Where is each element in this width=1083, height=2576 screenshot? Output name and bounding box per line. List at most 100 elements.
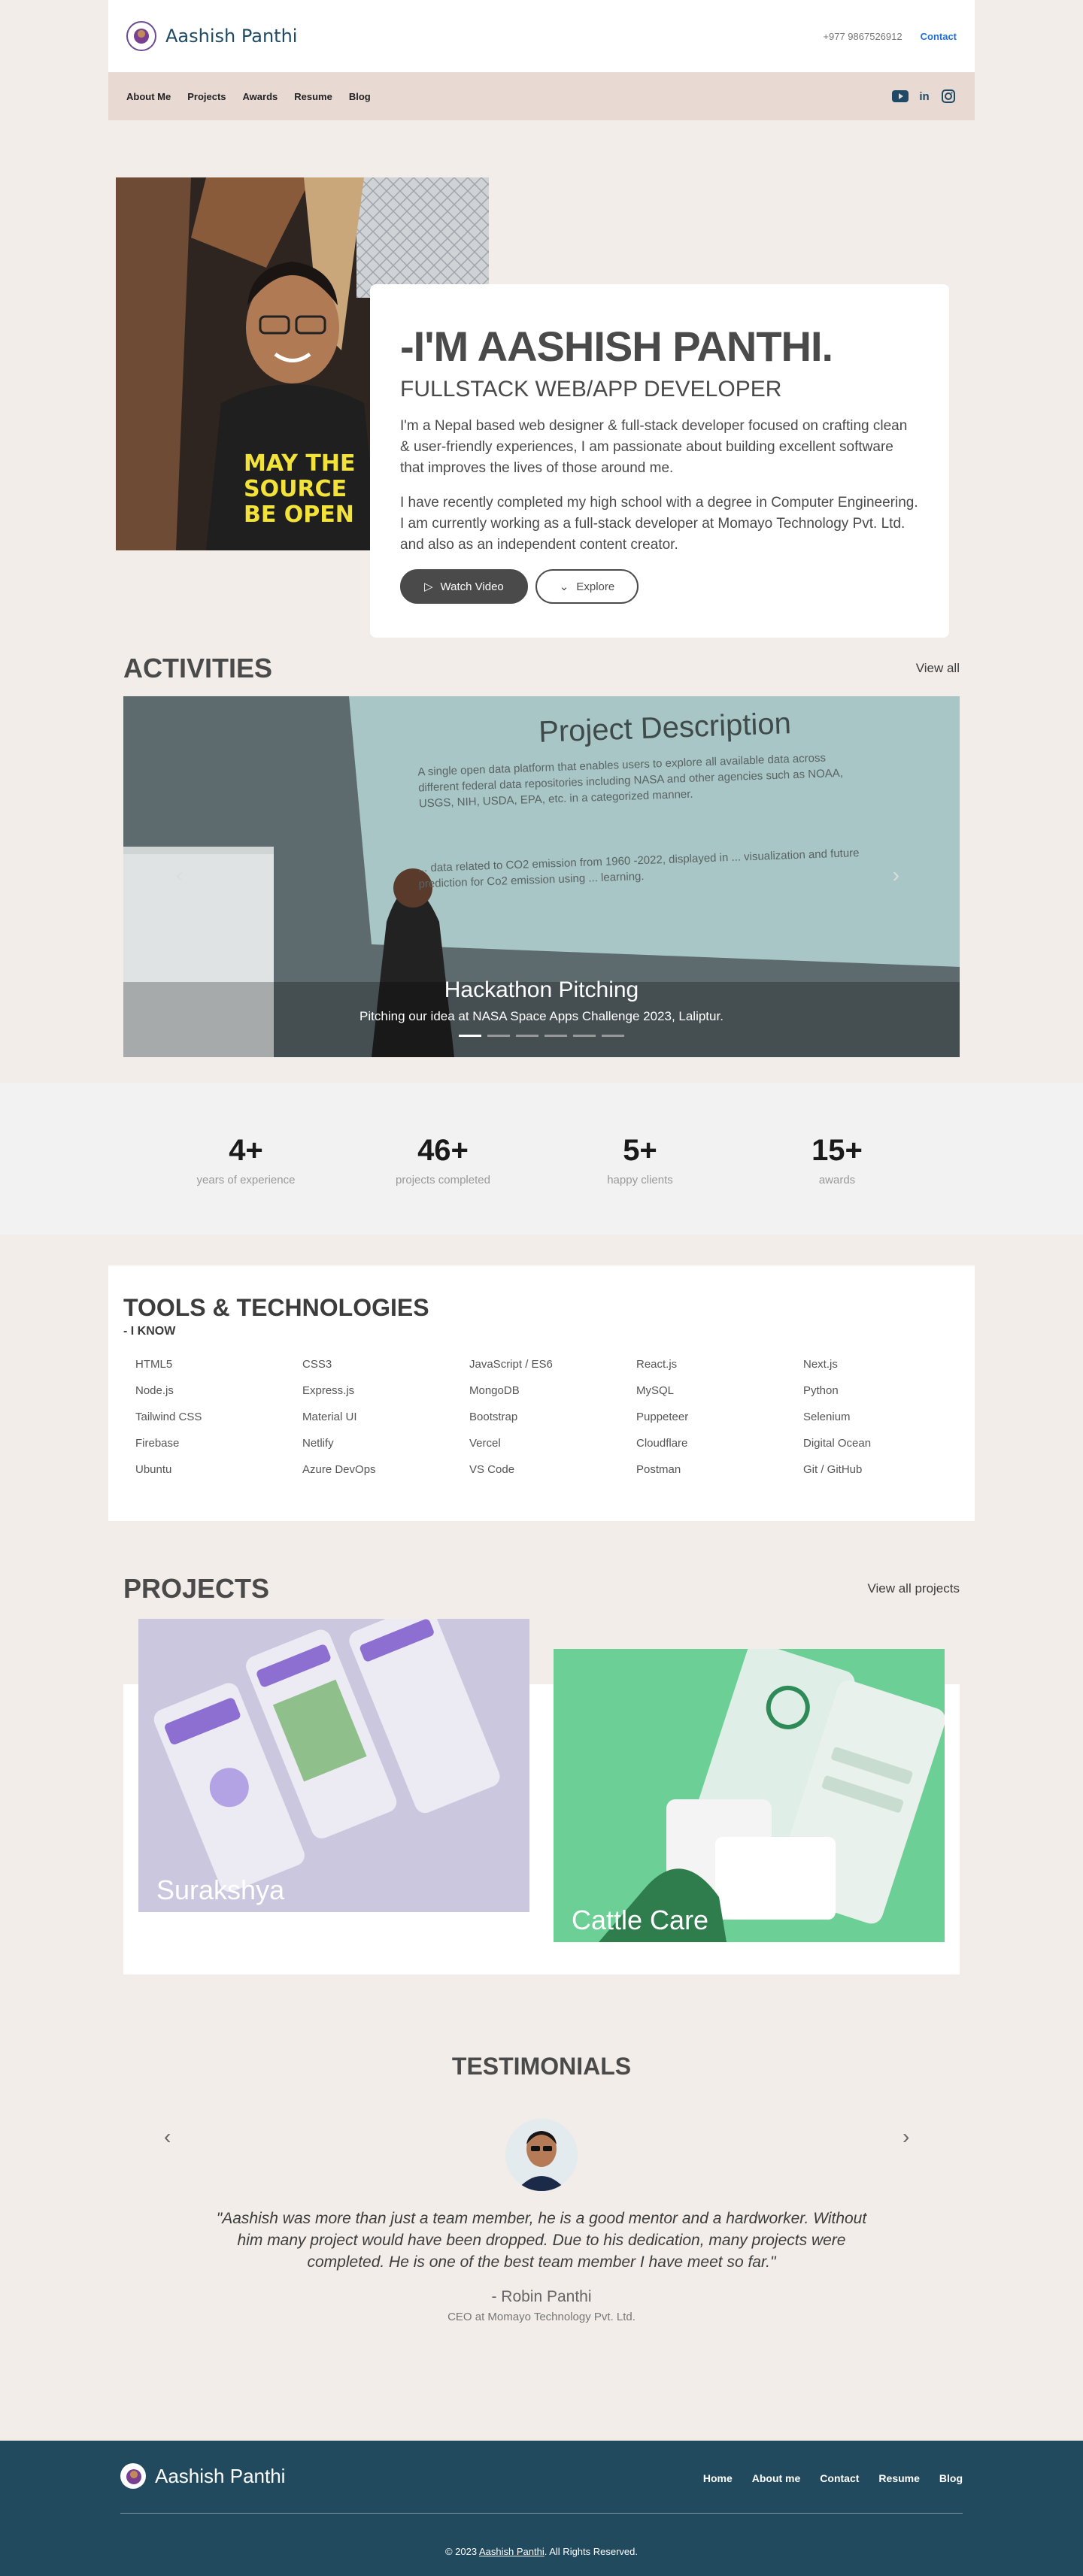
activities-view-all-link[interactable]: View all [916, 661, 960, 676]
carousel-dot[interactable] [545, 1035, 567, 1037]
tool-item: VS Code [469, 1463, 515, 1476]
footer: Aashish Panthi Home About me Contact Res… [0, 2441, 1083, 2576]
activities-carousel: Project Description A single open data p… [123, 696, 960, 1057]
tool-item: Puppeteer [636, 1411, 689, 1423]
tool-item: Vercel [469, 1437, 501, 1450]
hero-card: -I'M AASHISH PANTHI. FULLSTACK WEB/APP D… [370, 284, 949, 638]
carousel-dot[interactable] [573, 1035, 596, 1037]
tool-item: MySQL [636, 1384, 675, 1397]
instagram-icon[interactable] [940, 88, 957, 105]
logo-avatar[interactable] [126, 21, 156, 51]
stats-section: 4+ years of experience 46+ projects comple… [0, 1083, 1083, 1235]
tool-item: MongoDB [469, 1384, 520, 1397]
nav-resume[interactable]: Resume [294, 91, 332, 102]
carousel-dot[interactable] [487, 1035, 510, 1037]
social-links: in [892, 88, 957, 105]
tool-item: Digital Ocean [803, 1437, 872, 1450]
tool-item: Git / GitHub [803, 1463, 863, 1476]
tool-item: Azure DevOps [302, 1463, 376, 1476]
carousel-dot[interactable] [459, 1035, 481, 1037]
footer-brand[interactable]: Aashish Panthi [120, 2463, 285, 2489]
tool-item: Cloudflare [636, 1437, 688, 1450]
tool-item: Node.js [135, 1384, 174, 1397]
testimonial-avatar [505, 2119, 578, 2191]
tool-item: Ubuntu [135, 1463, 172, 1476]
copyright-suffix: . All Rights Reserved. [544, 2546, 639, 2557]
tool-item: JavaScript / ES6 [469, 1358, 553, 1371]
hero-title: -I'M AASHISH PANTHI. [400, 323, 833, 370]
copyright-prefix: © 2023 [444, 2546, 479, 2557]
explore-label: Explore [576, 580, 615, 593]
footer-logo [120, 2463, 146, 2489]
copyright: © 2023 Aashish Panthi. All Rights Reserv… [0, 2546, 1083, 2557]
carousel-dot[interactable] [602, 1035, 624, 1037]
linkedin-icon[interactable]: in [916, 88, 933, 105]
projects-title: PROJECTS [123, 1573, 270, 1604]
tool-item: React.js [636, 1358, 678, 1371]
footer-link-resume[interactable]: Resume [878, 2472, 919, 2484]
activities-title: ACTIVITIES [123, 653, 273, 683]
top-header: Aashish Panthi +977 9867526912 Contact [108, 0, 975, 72]
nav-projects[interactable]: Projects [187, 91, 226, 102]
brand-name[interactable]: Aashish Panthi [165, 26, 297, 47]
tools-title: TOOLS & TECHNOLOGIES [123, 1294, 429, 1321]
tool-item: Express.js [302, 1384, 355, 1397]
slide-title: Hackathon Pitching [444, 977, 639, 1002]
stat-clients: 5+ happy clients [607, 1134, 673, 1186]
footer-divider [120, 2513, 963, 2514]
phone-number[interactable]: +977 9867526912 [823, 31, 902, 42]
footer-brand-name: Aashish Panthi [155, 2464, 286, 2487]
footer-link-blog[interactable]: Blog [939, 2472, 963, 2484]
testimonials-title: TESTIMONIALS [451, 2053, 632, 2080]
tool-item: Material UI [302, 1411, 357, 1423]
tool-item: Postman [636, 1463, 681, 1476]
main-nav: About Me Projects Awards Resume Blog in [108, 72, 975, 120]
testimonial-prev-arrow[interactable]: ‹ [164, 2125, 171, 2149]
nav-blog[interactable]: Blog [349, 91, 371, 102]
svg-text:SOURCE: SOURCE [244, 476, 347, 502]
youtube-icon[interactable] [892, 88, 909, 105]
projects-view-all-link[interactable]: View all projects [867, 1581, 960, 1596]
tool-item: Next.js [803, 1358, 838, 1371]
hero-intro: I'm a Nepal based web designer & full-st… [400, 418, 908, 476]
stat-projects: 46+ projects completed [396, 1134, 490, 1186]
svg-text:BE OPEN: BE OPEN [244, 502, 354, 528]
carousel-prev-arrow[interactable]: ‹ [176, 863, 183, 887]
copyright-name-link[interactable]: Aashish Panthi [479, 2546, 545, 2557]
tool-item: Bootstrap [469, 1411, 518, 1423]
double-chevron-down-icon: ⌄ [559, 580, 569, 593]
carousel-next-arrow[interactable]: › [893, 863, 899, 887]
carousel-dot[interactable] [516, 1035, 538, 1037]
stat-experience: 4+ years of experience [196, 1134, 296, 1186]
hero-subtitle: FULLSTACK WEB/APP DEVELOPER [400, 377, 782, 402]
project-card-surakshya[interactable]: Surakshya [138, 1619, 529, 1912]
project-name: Surakshya [156, 1874, 285, 1905]
contact-link[interactable]: Contact [921, 31, 957, 42]
play-icon: ▷ [424, 580, 433, 593]
tool-item: HTML5 [135, 1358, 173, 1371]
hero-education: I have recently completed my high school… [400, 495, 918, 553]
footer-links: Home About me Contact Resume Blog [703, 2472, 963, 2484]
slide-caption: Pitching our idea at NASA Space Apps Cha… [359, 1009, 724, 1023]
footer-link-about[interactable]: About me [752, 2472, 801, 2484]
carousel-dots [123, 1035, 960, 1037]
tools-subtitle: - I KNOW [123, 1325, 176, 1338]
stat-awards: 15+ awards [811, 1134, 863, 1186]
watch-video-label: Watch Video [440, 580, 504, 593]
watch-video-button[interactable]: ▷ Watch Video [400, 569, 528, 604]
nav-about-me[interactable]: About Me [126, 91, 171, 102]
footer-link-home[interactable]: Home [703, 2472, 733, 2484]
project-name: Cattle Care [572, 1905, 709, 1935]
testimonial-next-arrow[interactable]: › [902, 2125, 909, 2149]
testimonial-quote: "Aashish was more than just a team membe… [216, 2210, 867, 2271]
tool-item: Selenium [803, 1411, 851, 1423]
tools-section: TOOLS & TECHNOLOGIES - I KNOW HTML5 CSS3 J… [108, 1265, 975, 1521]
project-card-cattle-care[interactable]: Cattle Care [554, 1649, 945, 1942]
testimonial-author: - Robin Panthi [491, 2288, 592, 2305]
tool-item: Firebase [135, 1437, 180, 1450]
tools-grid: HTML5 CSS3 JavaScript / ES6 React.js Next.js… [123, 1358, 960, 1476]
nav-awards[interactable]: Awards [243, 91, 278, 102]
explore-button[interactable]: ⌄ Explore [535, 569, 639, 604]
footer-link-contact[interactable]: Contact [820, 2472, 859, 2484]
svg-text:MAY THE: MAY THE [244, 450, 355, 477]
